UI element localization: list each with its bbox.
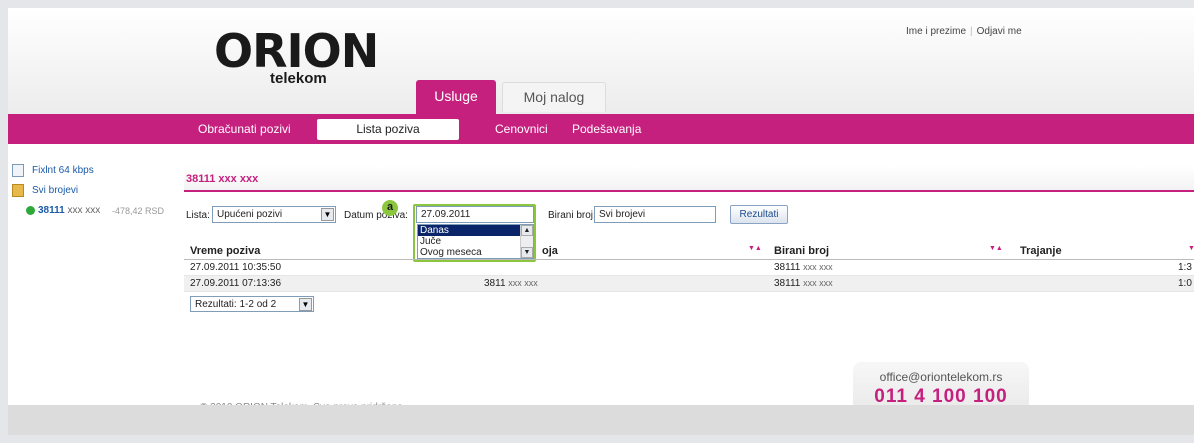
datum-dropdown[interactable]: Danas Juče Ovog meseca ▲ ▼ [417,224,534,259]
sort-icon[interactable]: ▼▲ [1188,245,1194,252]
cell-birani-broj: 38111 xxx xxx [774,262,833,273]
results-select-value: Rezultati: 1-2 od 2 [195,299,277,310]
sort-icon[interactable]: ▼▲ [989,245,1003,252]
birani-input[interactable]: Svi brojevi [594,206,716,223]
document-icon [12,164,24,177]
number-prefix: 3811 [484,278,506,289]
number-rest: xxx xxx [508,278,538,288]
birani-label: Birani broj: [548,210,596,221]
phone-rest: xxx xxx [67,205,101,216]
column-trajanje[interactable]: Trajanje [1020,245,1062,257]
dropdown-option-ovog-meseca[interactable]: Ovog meseca [418,247,533,258]
table-row[interactable]: 27.09.2011 10:35:50 38111 xxx xxx 1:3 [184,260,1194,276]
main-content: 38111 xxx xxx Lista: Upućeni pozivi ▼ Da… [184,166,1194,312]
phone-prefix: 38111 [38,205,65,216]
cell-time: 27.09.2011 10:35:50 [190,262,282,273]
user-links: Ime i prezime | Odjavi me [906,26,1022,37]
cell-birani-broj: 38111 xxx xxx [774,278,833,289]
cell-time: 27.09.2011 07:13:36 [190,278,282,289]
header: ORION telekom Ime i prezime | Odjavi me Us… [8,8,1194,114]
bottom-bar [8,405,1194,435]
status-dot-icon [26,206,35,215]
sidebar-item-svi-brojevi[interactable]: Svi brojevi [12,183,182,199]
number-rest: xxx xxx [803,262,833,272]
logout-link[interactable]: Odjavi me [977,26,1022,37]
tab-usluge[interactable]: Usluge [416,80,496,114]
table-row[interactable]: 27.09.2011 07:13:36 3811 xxx xxx 38111 x… [184,276,1194,292]
datum-label: Datum poziva: [344,210,408,221]
section-title: 38111 xxx xxx [184,166,1194,192]
orion-logo[interactable]: ORION telekom [214,26,390,96]
subnav-item-podesavanja[interactable]: Podešavanja [572,114,641,144]
subnav-item-obracunati-pozivi[interactable]: Obračunati pozivi [198,114,291,144]
subnav-item-cenovnici[interactable]: Cenovnici [495,114,548,144]
subnav-item-lista-poziva[interactable]: Lista poziva [317,119,459,140]
dropdown-option-juce[interactable]: Juče [418,236,533,247]
sidebar-item-phone[interactable]: 38111 xxx xxx -478,42 RSD [12,203,182,219]
phone-amount: -478,42 RSD [112,206,165,216]
cell-broj: 3811 xxx xxx [484,278,538,289]
number-rest: xxx xxx [803,278,833,288]
cell-duration: 1:3 [1178,262,1192,273]
phone-number: 38111 xxx xxx [38,203,100,219]
lista-label: Lista: [186,210,210,221]
logo-wordmark: ORION [214,24,379,78]
number-prefix: 38111 [774,262,801,273]
dropdown-option-danas[interactable]: Danas [418,225,533,236]
number-prefix: 38111 [774,278,801,289]
sidebar-item-label: Fixlnt 64 kbps [32,165,94,176]
dropdown-scrollbar[interactable]: ▲ ▼ [520,225,533,258]
filter-bar: Lista: Upućeni pozivi ▼ Datum poziva: 27… [184,204,1194,262]
folder-icon [12,184,24,197]
chevron-down-icon[interactable]: ▼ [299,298,312,311]
column-vreme-poziva[interactable]: Vreme poziva [190,245,260,257]
logo-subtitle: telekom [270,70,327,87]
sidebar: Fixlnt 64 kbps Svi brojevi 38111 xxx xxx… [12,163,182,223]
chevron-down-icon[interactable]: ▼ [321,208,334,221]
results-select[interactable]: Rezultati: 1-2 od 2 ▼ [190,296,314,312]
table-header: Vreme poziva oja ▼▲ Birani broj ▼▲ Traja… [184,244,1194,260]
scroll-down-icon[interactable]: ▼ [521,247,533,258]
lista-select-value: Upućeni pozivi [217,209,283,220]
column-birani-broj[interactable]: Birani broj [774,245,829,257]
tab-moj-nalog[interactable]: Moj nalog [502,82,606,112]
calls-table: Vreme poziva oja ▼▲ Birani broj ▼▲ Traja… [184,244,1194,292]
lista-select[interactable]: Upućeni pozivi ▼ [212,206,336,223]
user-name-link[interactable]: Ime i prezime [906,26,966,37]
column-broj[interactable]: oja [542,245,558,257]
sort-icon[interactable]: ▼▲ [748,245,762,252]
sub-navigation: Obračunati pozivi Lista poziva Cenovnici… [8,114,1194,144]
annotation-badge: a [382,200,398,216]
contact-email[interactable]: office@oriontelekom.rs [853,370,1029,384]
page: ORION telekom Ime i prezime | Odjavi me Us… [8,8,1194,435]
scroll-up-icon[interactable]: ▲ [521,225,533,236]
divider: | [970,26,973,37]
sidebar-item-fixlnt[interactable]: Fixlnt 64 kbps [12,163,182,179]
sidebar-item-label: Svi brojevi [32,185,79,196]
rezultati-button[interactable]: Rezultati [730,205,788,224]
cell-duration: 1:0 [1178,278,1192,289]
